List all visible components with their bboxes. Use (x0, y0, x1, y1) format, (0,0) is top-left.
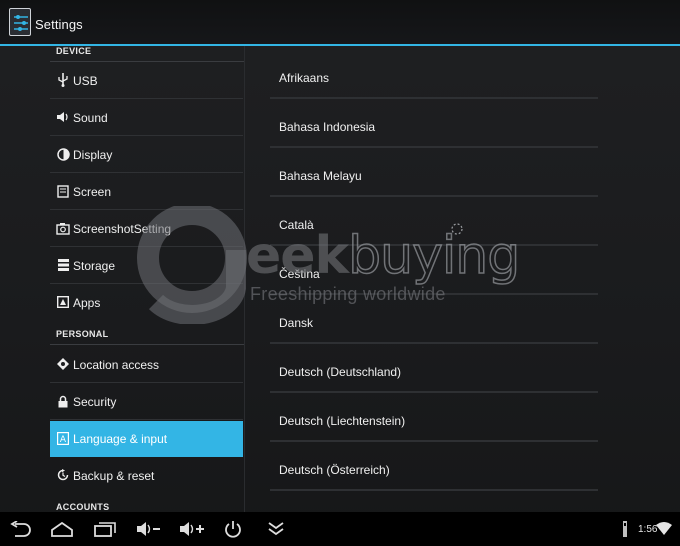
hide-bar-icon (268, 522, 284, 536)
sidebar-item-apps[interactable]: Apps (50, 285, 243, 321)
camera-icon (56, 221, 70, 235)
volume-icon (56, 110, 70, 124)
list-item-language[interactable]: Deutsch (Liechtenstein) (270, 393, 598, 442)
list-item-language[interactable]: Bahasa Melayu (270, 148, 598, 197)
power-icon (225, 521, 241, 538)
sidebar-item-label: Screen (73, 185, 112, 199)
sidebar-item-screenshot-setting[interactable]: ScreenshotSetting (50, 211, 243, 247)
language-label: Deutsch (Österreich) (279, 463, 390, 477)
section-header-personal: PERSONAL (56, 329, 109, 339)
sidebar-item-language-input[interactable]: A Language & input (50, 421, 243, 457)
location-icon (56, 357, 70, 371)
page-title: Settings (35, 17, 83, 32)
panel-divider (244, 46, 245, 512)
volume-down-icon (137, 522, 160, 536)
sidebar-item-label: Backup & reset (73, 469, 155, 483)
action-bar: Settings (0, 0, 680, 46)
usb-debug-icon (623, 521, 627, 537)
list-item-language[interactable]: Deutsch (Deutschland) (270, 344, 598, 393)
sidebar-item-label: Language & input (73, 432, 168, 446)
recent-apps-button[interactable] (90, 516, 120, 542)
settings-categories: DEVICE USB Sound Display Screen Screensh… (0, 46, 246, 512)
home-button[interactable] (47, 516, 77, 542)
list-item-language[interactable]: Čeština (270, 246, 598, 295)
recent-apps-icon (94, 522, 116, 537)
language-label: Bahasa Melayu (279, 169, 362, 183)
lock-icon (56, 394, 70, 408)
sidebar-item-sound[interactable]: Sound (50, 100, 243, 136)
item-divider (50, 382, 243, 383)
navigation-bar: 1:56 (0, 512, 680, 546)
volume-down-button[interactable] (134, 516, 164, 542)
sidebar-item-backup-reset[interactable]: Backup & reset (50, 458, 243, 494)
list-item-language[interactable]: Bahasa Indonesia (270, 99, 598, 148)
settings-app-icon[interactable] (9, 8, 31, 36)
language-list: Afrikaans Bahasa Indonesia Bahasa Melayu… (270, 50, 600, 510)
language-label: Čeština (279, 267, 320, 281)
list-item-language[interactable]: Català (270, 197, 598, 246)
sidebar-item-label: Storage (73, 259, 116, 273)
apps-icon (56, 295, 70, 309)
sidebar-item-label: Sound (73, 111, 108, 125)
sidebar-item-usb[interactable]: USB (50, 63, 243, 99)
svg-text:A: A (60, 435, 67, 445)
item-divider (50, 98, 243, 99)
item-divider (50, 283, 243, 284)
back-icon (10, 521, 31, 537)
language-label: Dansk (279, 316, 314, 330)
sidebar-item-security[interactable]: Security (50, 384, 243, 420)
screen-icon (56, 184, 70, 198)
wifi-icon (656, 522, 672, 535)
section-divider (50, 344, 244, 345)
status-time: 1:56 (638, 524, 658, 535)
sidebar-item-display[interactable]: Display (50, 137, 243, 173)
loading-spinner-icon (450, 222, 464, 236)
language-label: Català (279, 218, 314, 232)
volume-up-button[interactable] (177, 516, 207, 542)
sidebar-item-label: Location access (73, 358, 160, 372)
backup-icon (56, 468, 70, 482)
item-divider (270, 489, 598, 491)
home-icon (51, 521, 73, 537)
sidebar-item-screen[interactable]: Screen (50, 174, 243, 210)
section-divider (50, 61, 244, 62)
brightness-icon (56, 147, 70, 161)
list-item-language[interactable]: Deutsch (Österreich) (270, 442, 598, 491)
power-button[interactable] (218, 516, 248, 542)
settings-screen: Settings DEVICE USB Sound Display Screen… (0, 0, 680, 546)
language-label: Bahasa Indonesia (279, 120, 376, 134)
list-item-language[interactable]: Dansk (270, 295, 598, 344)
section-header-accounts: ACCOUNTS (56, 502, 110, 512)
language-label: Afrikaans (279, 71, 330, 85)
hide-bar-button[interactable] (261, 516, 291, 542)
storage-icon (56, 258, 70, 272)
usb-icon (56, 73, 70, 87)
language-label: Deutsch (Deutschland) (279, 365, 402, 379)
sidebar-item-storage[interactable]: Storage (50, 248, 243, 284)
item-divider (50, 135, 243, 136)
sidebar-item-label: Display (73, 148, 113, 162)
language-label: Deutsch (Liechtenstein) (279, 414, 406, 428)
sidebar-item-label: Apps (73, 296, 101, 310)
back-button[interactable] (6, 516, 36, 542)
sidebar-item-location-access[interactable]: Location access (50, 347, 243, 383)
sidebar-item-label: Security (73, 395, 117, 409)
item-divider (50, 209, 243, 210)
list-item-language[interactable]: Afrikaans (270, 50, 598, 99)
item-divider (50, 419, 243, 420)
item-divider (50, 246, 243, 247)
item-divider (50, 172, 243, 173)
sidebar-item-label: ScreenshotSetting (73, 222, 172, 236)
volume-up-icon (180, 522, 204, 536)
section-header-device: DEVICE (56, 46, 92, 56)
sidebar-item-label: USB (73, 74, 98, 88)
language-icon: A (56, 431, 70, 445)
